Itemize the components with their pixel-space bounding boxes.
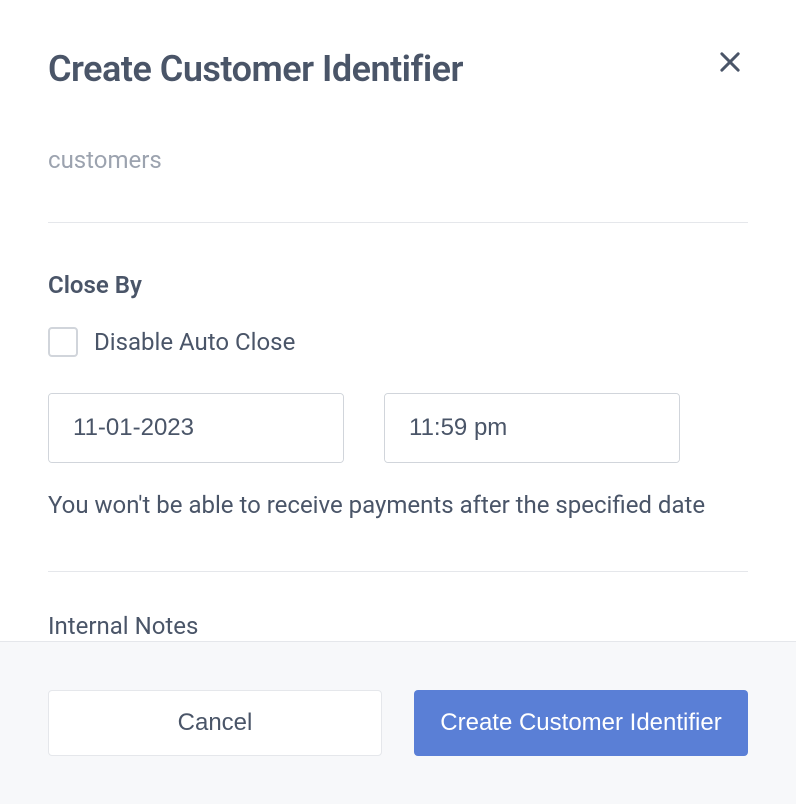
- close-by-date-input[interactable]: [49, 394, 344, 462]
- modal-header: Create Customer Identifier: [0, 0, 796, 90]
- time-input-group: [384, 393, 680, 463]
- create-customer-identifier-button[interactable]: Create Customer Identifier: [414, 690, 748, 756]
- create-customer-identifier-modal: Create Customer Identifier customers Clo…: [0, 0, 796, 804]
- datetime-row: [48, 393, 748, 463]
- disable-auto-close-row: Disable Auto Close: [48, 327, 748, 357]
- partial-description-text: customers: [48, 146, 748, 174]
- date-input-group: [48, 393, 344, 463]
- divider: [48, 222, 748, 223]
- disable-auto-close-checkbox[interactable]: [48, 327, 78, 357]
- close-by-time-input[interactable]: [385, 394, 680, 462]
- close-icon: [716, 48, 744, 76]
- close-by-helper-text: You won't be able to receive payments af…: [48, 487, 748, 523]
- close-by-label: Close By: [48, 271, 748, 299]
- close-button[interactable]: [712, 44, 748, 84]
- modal-footer: Cancel Create Customer Identifier: [0, 641, 796, 804]
- disable-auto-close-label: Disable Auto Close: [94, 328, 295, 356]
- cancel-button[interactable]: Cancel: [48, 690, 382, 756]
- modal-body: customers Close By Disable Auto Close: [0, 90, 796, 641]
- close-by-section: Close By Disable Auto Close: [48, 271, 748, 523]
- modal-title: Create Customer Identifier: [48, 48, 463, 90]
- divider: [48, 571, 748, 572]
- internal-notes-label: Internal Notes: [48, 612, 748, 640]
